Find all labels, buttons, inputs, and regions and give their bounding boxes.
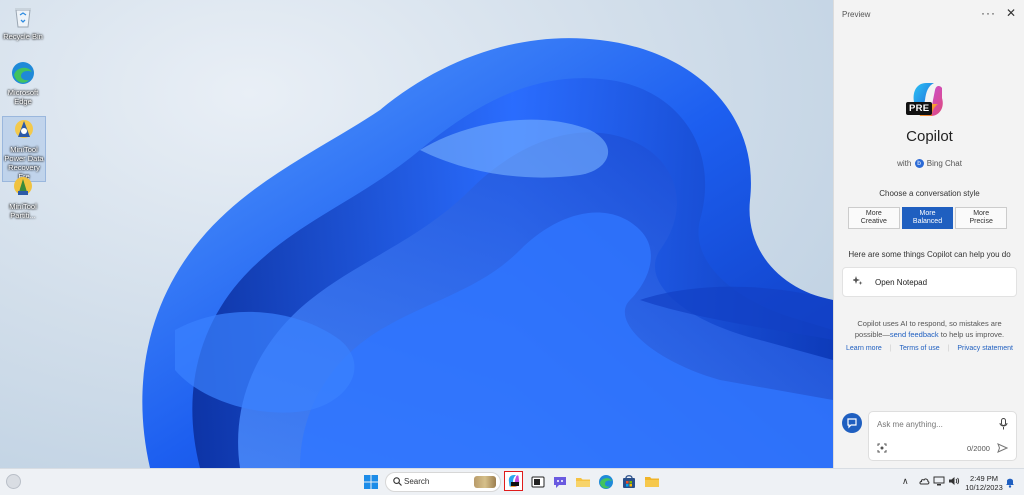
copilot-icon xyxy=(508,474,519,487)
start-icon[interactable] xyxy=(364,475,378,492)
help-heading: Here are some things Copilot can help yo… xyxy=(848,250,1011,259)
clock-date: 10/12/2023 xyxy=(965,483,1003,492)
conversation-style-heading: Choose a conversation style xyxy=(879,189,980,198)
style-more-creative-button[interactable]: More Creative xyxy=(848,207,900,229)
folder-icon[interactable] xyxy=(643,473,661,491)
taskbar-search-box[interactable]: Search xyxy=(385,472,501,492)
network-icon[interactable] xyxy=(933,476,945,489)
wallpaper-bloom xyxy=(142,38,833,468)
search-icon xyxy=(393,477,402,489)
sparkle-icon xyxy=(852,276,867,288)
with-bing-chat-line: with b Bing Chat xyxy=(897,159,962,169)
conversation-style-selector: More Creative More Balanced More Precise xyxy=(848,207,1008,231)
file-explorer-icon[interactable] xyxy=(574,473,592,491)
desktop: Recycle Bin Microsoft Edge MiniTool Powe… xyxy=(0,0,833,468)
preview-badge: PRE xyxy=(906,102,933,115)
desktop-icon-minitool-data-recovery[interactable]: MiniTool Power Data Recovery Fre xyxy=(2,116,46,182)
cloud-icon[interactable] xyxy=(918,476,930,489)
ai-disclaimer: Copilot uses AI to respond, so mistakes … xyxy=(854,319,1005,339)
suggestion-label: Open Notepad xyxy=(875,277,928,287)
style-more-precise-button[interactable]: More Precise xyxy=(955,207,1008,229)
taskbar-clock[interactable]: 2:49 PM 10/12/2023 xyxy=(964,474,1004,492)
new-topic-button[interactable] xyxy=(842,413,862,433)
suggestion-open-notepad[interactable]: Open Notepad xyxy=(842,267,1017,297)
copilot-taskbar-button[interactable] xyxy=(504,471,523,491)
search-label: Search xyxy=(404,477,430,486)
ask-input[interactable] xyxy=(877,420,987,429)
panel-header-title: Preview xyxy=(842,10,871,19)
copilot-panel: Preview ··· ✕ PRE Copilot with b Bing Ch… xyxy=(833,0,1024,468)
task-view-icon[interactable] xyxy=(529,473,547,491)
widgets-icon[interactable] xyxy=(6,474,21,489)
store-icon[interactable] xyxy=(620,473,638,491)
recycle-bin-icon xyxy=(10,4,36,30)
bing-icon: b xyxy=(914,159,924,169)
chat-bubble-icon xyxy=(847,418,857,429)
send-icon[interactable] xyxy=(997,443,1009,456)
microphone-icon[interactable] xyxy=(999,418,1008,433)
notification-bell-icon[interactable] xyxy=(1005,476,1015,491)
desktop-icon-minitool-partition[interactable]: MiniTool Partiti... xyxy=(2,174,44,220)
minitool-data-recovery-icon xyxy=(11,117,37,143)
copilot-title: Copilot xyxy=(906,128,953,145)
edge-icon[interactable] xyxy=(597,473,615,491)
edge-icon xyxy=(10,60,36,86)
close-button[interactable]: ✕ xyxy=(1006,6,1016,20)
copilot-logo: PRE xyxy=(906,80,950,120)
desktop-icon-edge[interactable]: Microsoft Edge xyxy=(2,60,44,106)
footer-links: Learn more | Terms of use | Privacy stat… xyxy=(846,345,1013,352)
learn-more-link[interactable]: Learn more xyxy=(846,345,882,352)
search-highlight-art xyxy=(474,476,496,488)
clock-time: 2:49 PM xyxy=(970,474,998,483)
desktop-icon-recycle-bin[interactable]: Recycle Bin xyxy=(2,4,44,41)
add-image-icon[interactable] xyxy=(877,443,887,456)
more-options-button[interactable]: ··· xyxy=(981,6,996,20)
taskbar: Search ∧ 2:49 PM 10/12/2023 xyxy=(0,468,1024,495)
chat-composer: 0/2000 xyxy=(868,411,1017,461)
volume-icon[interactable] xyxy=(948,476,960,489)
char-counter: 0/2000 xyxy=(967,444,990,453)
style-more-balanced-button[interactable]: More Balanced xyxy=(901,207,954,229)
terms-of-use-link[interactable]: Terms of use xyxy=(900,345,940,352)
chat-icon[interactable] xyxy=(551,473,569,491)
send-feedback-link[interactable]: send feedback xyxy=(890,330,939,339)
show-hidden-icons-button[interactable]: ∧ xyxy=(902,476,909,487)
minitool-partition-icon xyxy=(10,174,36,200)
privacy-statement-link[interactable]: Privacy statement xyxy=(957,345,1013,352)
